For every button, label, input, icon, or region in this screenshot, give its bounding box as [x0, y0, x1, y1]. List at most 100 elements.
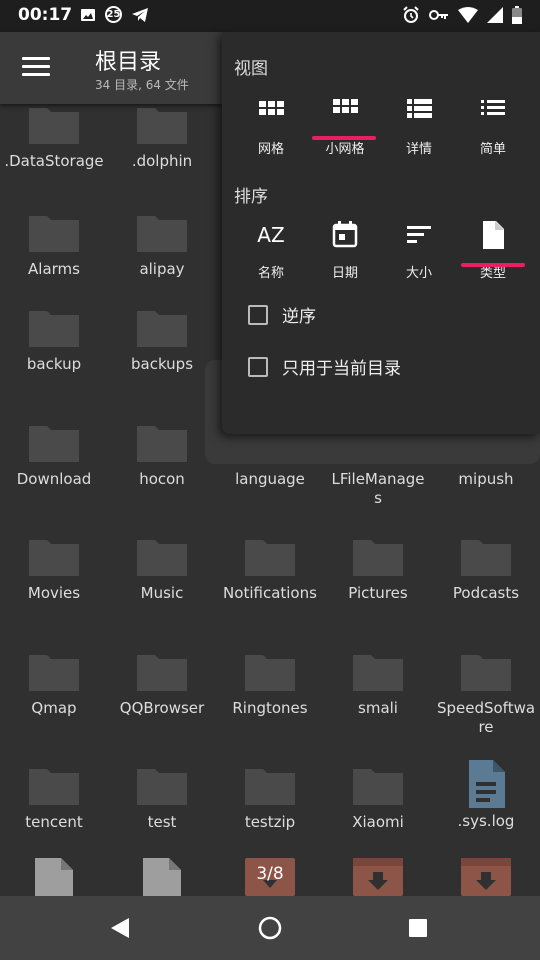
folder-icon — [29, 655, 79, 691]
folder-item[interactable]: Qmap — [0, 651, 108, 718]
folder-item[interactable]: Music — [108, 536, 216, 603]
sort-option-name[interactable]: AZ 名称 — [234, 218, 308, 281]
page-title: 根目录 — [95, 50, 162, 75]
hamburger-menu-icon[interactable] — [22, 57, 50, 79]
folder-item[interactable]: Xiaomi — [324, 765, 432, 832]
image-icon — [81, 8, 95, 21]
view-selected-indicator — [312, 136, 376, 140]
folder-icon — [29, 426, 79, 462]
app-bar: 根目录 34 目录, 64 文件 — [0, 32, 222, 104]
folder-icon — [29, 216, 79, 252]
folder-item[interactable]: Podcasts — [432, 536, 540, 603]
folder-item[interactable]: backup — [0, 307, 108, 374]
folder-item[interactable]: QQBrowser — [108, 651, 216, 718]
telegram-icon — [132, 7, 148, 22]
archive-item[interactable] — [324, 858, 432, 896]
folder-item[interactable]: SpeedSoftware — [432, 651, 540, 737]
file-icon — [143, 858, 181, 896]
status-bar: 00:17 25 — [0, 0, 540, 32]
recents-button[interactable] — [400, 910, 436, 946]
current-dir-only-checkbox[interactable]: 只用于当前目录 — [248, 354, 401, 379]
list-view-icon — [481, 100, 505, 115]
folder-item[interactable]: Notifications — [216, 536, 324, 603]
file-item[interactable]: .sys.log — [432, 758, 540, 831]
page-indicator: 3/8 — [256, 864, 284, 884]
alarm-icon — [403, 6, 419, 23]
folder-icon — [461, 540, 511, 576]
folder-item[interactable]: Movies — [0, 536, 108, 603]
folder-icon — [137, 426, 187, 462]
folder-icon — [29, 540, 79, 576]
folder-icon — [353, 540, 403, 576]
file-item[interactable] — [0, 858, 108, 896]
battery-icon — [512, 6, 522, 24]
sort-option-size[interactable]: 大小 — [382, 218, 456, 281]
view-section-header: 视图 — [234, 59, 268, 79]
vpn-key-icon — [429, 10, 448, 20]
view-option-simple[interactable]: 简单 — [456, 94, 530, 157]
text-file-icon — [469, 760, 505, 808]
sort-size-icon — [407, 226, 431, 243]
archive-item[interactable] — [432, 858, 540, 896]
navigation-bar — [0, 896, 540, 960]
folder-item[interactable]: .DataStorage — [0, 104, 108, 171]
folder-item[interactable]: smali — [324, 651, 432, 718]
calendar-icon — [332, 221, 358, 248]
reverse-order-checkbox[interactable]: 逆序 — [248, 302, 316, 327]
file-type-icon — [483, 221, 504, 249]
folder-icon — [137, 769, 187, 805]
folder-icon — [29, 769, 79, 805]
folder-icon — [353, 769, 403, 805]
sort-option-date[interactable]: 日期 — [308, 218, 382, 281]
small-grid-view-icon — [333, 99, 358, 113]
folder-item[interactable]: .dolphin — [108, 104, 216, 171]
sort-az-icon: AZ — [257, 223, 285, 247]
archive-item[interactable]: 3/8 — [216, 858, 324, 896]
sort-section-header: 排序 — [234, 187, 268, 207]
view-option-grid[interactable]: 网格 — [234, 94, 308, 157]
view-sort-popup: 视图 网格 小网格 详情 简单 排序 AZ 名称 日期 大小 类型 逆序 只用于… — [222, 32, 540, 434]
file-item[interactable] — [108, 858, 216, 896]
signal-icon — [487, 7, 503, 23]
folder-icon — [245, 655, 295, 691]
notification-badge: 25 — [105, 6, 122, 23]
folder-item[interactable]: alipay — [108, 212, 216, 279]
file-icon — [35, 858, 73, 896]
folder-item[interactable]: testzip — [216, 765, 324, 832]
checkbox-box[interactable] — [248, 356, 268, 377]
folder-icon — [245, 769, 295, 805]
folder-icon — [353, 655, 403, 691]
folder-icon — [137, 108, 187, 144]
folder-icon — [461, 655, 511, 691]
folder-icon — [137, 311, 187, 347]
back-button[interactable] — [102, 910, 138, 946]
archive-icon — [461, 858, 511, 896]
home-icon — [258, 916, 282, 940]
sort-option-type[interactable]: 类型 — [456, 218, 530, 281]
folder-item[interactable]: tencent — [0, 765, 108, 832]
folder-item[interactable]: Download — [0, 422, 108, 489]
folder-icon — [137, 655, 187, 691]
checkbox-box[interactable] — [248, 304, 268, 325]
status-time: 00:17 — [18, 5, 73, 25]
folder-item[interactable]: test — [108, 765, 216, 832]
folder-icon — [29, 108, 79, 144]
folder-item[interactable]: Ringtones — [216, 651, 324, 718]
details-view-icon — [407, 99, 432, 118]
sort-selected-indicator — [461, 263, 525, 267]
page-subtitle: 34 目录, 64 文件 — [95, 78, 189, 92]
folder-icon — [137, 540, 187, 576]
wifi-icon — [458, 7, 478, 23]
recents-icon — [409, 919, 427, 937]
back-icon — [111, 918, 129, 938]
folder-item[interactable]: hocon — [108, 422, 216, 489]
grid-view-icon — [259, 101, 284, 115]
folder-item[interactable]: Pictures — [324, 536, 432, 603]
archive-icon — [353, 858, 403, 896]
folder-item[interactable]: Alarms — [0, 212, 108, 279]
folder-item[interactable]: backups — [108, 307, 216, 374]
home-button[interactable] — [252, 910, 288, 946]
view-option-details[interactable]: 详情 — [382, 94, 456, 157]
folder-icon — [29, 311, 79, 347]
view-option-small-grid[interactable]: 小网格 — [308, 94, 382, 157]
